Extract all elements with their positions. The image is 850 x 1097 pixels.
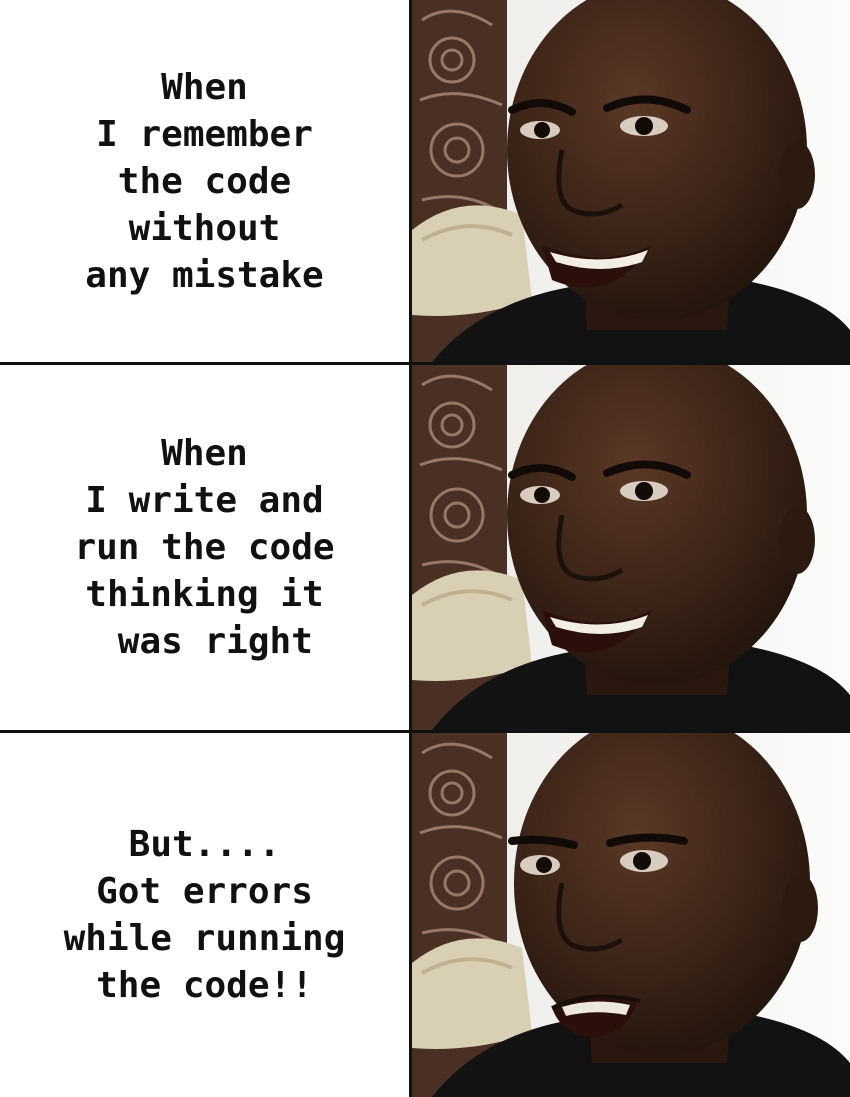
happy-face-illustration [412,0,850,362]
caption-text-1: When I remember the code without any mis… [85,66,324,296]
happy-face-illustration [412,365,850,730]
panel-2: When I write and run the code thinking i… [0,365,850,730]
caption-cell-3: But.... Got errors while running the cod… [0,733,409,1097]
caption-cell-2: When I write and run the code thinking i… [0,365,409,730]
caption-cell-1: When I remember the code without any mis… [0,0,409,362]
reaction-photo-1 [412,0,850,362]
panel-3: But.... Got errors while running the cod… [0,733,850,1097]
panel-1: When I remember the code without any mis… [0,0,850,362]
disappointed-face-illustration [412,733,850,1097]
meme-image: When I remember the code without any mis… [0,0,850,1097]
divider-vertical [409,0,412,1097]
caption-text-3: But.... Got errors while running the cod… [63,824,346,1006]
caption-text-2: When I write and run the code thinking i… [74,433,335,662]
reaction-photo-3 [412,733,850,1097]
reaction-photo-2 [412,365,850,730]
